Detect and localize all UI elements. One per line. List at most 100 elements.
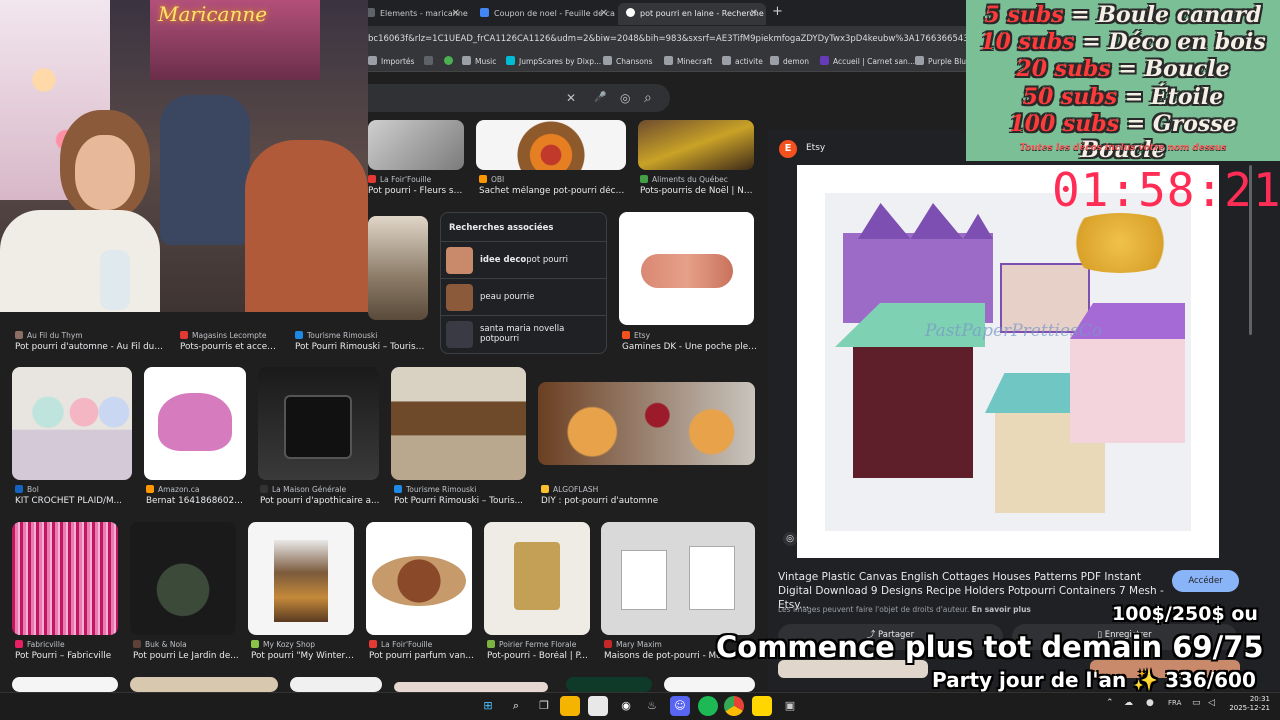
search-icon[interactable]: ⌕ [644, 90, 652, 106]
lens-icon[interactable]: ◎ [783, 532, 797, 546]
related-item[interactable]: peau pourrie [441, 278, 606, 315]
close-icon[interactable]: ✕ [452, 3, 460, 25]
result-image[interactable] [664, 677, 755, 692]
url-field[interactable]: bc16063f&rlz=1C1UEAD_frCA1126CA1126&udm=… [368, 30, 968, 48]
close-icon[interactable]: ✕ [600, 3, 608, 25]
result-caption[interactable]: Pots-pourris et acces... [180, 342, 280, 352]
result-image[interactable] [394, 682, 548, 692]
access-button[interactable]: Accéder [1172, 570, 1239, 592]
bookmark-minecraft[interactable]: Minecraft [664, 55, 712, 69]
new-tab-button[interactable]: + [772, 4, 783, 19]
result-image[interactable] [368, 120, 464, 170]
result-image[interactable] [484, 522, 590, 635]
source-label: Buk & Nola [145, 640, 187, 649]
result-source: Tourisme Rimouski [295, 331, 430, 340]
task-view-icon[interactable]: ❐ [534, 696, 554, 716]
steam-icon[interactable]: ♨ [642, 696, 662, 716]
result-image[interactable] [12, 367, 132, 480]
result-image[interactable] [368, 216, 428, 320]
bookmark-demon[interactable]: demon [770, 55, 809, 69]
volume-icon[interactable]: ◁ [1208, 698, 1215, 708]
lens-icon[interactable]: ◎ [620, 90, 630, 106]
result-caption[interactable]: Gamines DK - Une poche plei... [622, 342, 757, 352]
result-image[interactable] [258, 367, 379, 480]
bookmark-importes[interactable]: Importés [368, 55, 414, 69]
result-image[interactable] [290, 677, 382, 692]
result-image[interactable] [144, 367, 246, 480]
bookmark-icon-only[interactable] [444, 55, 457, 69]
result-image[interactable] [366, 522, 472, 635]
display-icon[interactable]: ▭ [1192, 698, 1201, 708]
result-image[interactable] [601, 522, 755, 635]
result-source: Bol [15, 485, 135, 494]
result-caption[interactable]: Pot Pourri – Fabricville [15, 651, 121, 661]
bookmark-purple-blue[interactable]: Purple Blue [915, 55, 971, 69]
source-favicon [541, 485, 549, 493]
search-icon[interactable]: ⌕ [506, 696, 526, 716]
result-caption[interactable]: Pots-pourris de Noël | No... [640, 186, 756, 196]
tray-chevron-icon[interactable]: ⌃ [1106, 698, 1114, 708]
sub-count: 10 subs [980, 29, 1075, 55]
result-image[interactable] [538, 382, 755, 465]
sticky-notes-icon[interactable] [752, 696, 772, 716]
windows-start-icon[interactable]: ⊞ [478, 696, 498, 716]
result-image[interactable] [391, 367, 526, 480]
bookmark-carnet[interactable]: Accueil | Carnet san... [820, 55, 915, 69]
result-image[interactable] [248, 522, 354, 635]
discord-icon[interactable]: ☺ [670, 696, 690, 716]
result-caption[interactable]: Pot pourri parfum vanil... [369, 651, 475, 661]
folder-icon [664, 56, 673, 65]
language-indicator[interactable]: FRA [1168, 699, 1181, 707]
result-caption[interactable]: DIY : pot-pourri d'automne [541, 496, 741, 506]
related-item[interactable]: santa maria novella potpourri [441, 315, 606, 352]
bookmark-music[interactable]: Music [462, 55, 496, 69]
result-caption[interactable]: Sachet mélange pot-pourri déco ... [479, 186, 629, 196]
preview-image[interactable]: PastPaperPrettiesCo [797, 165, 1219, 558]
bookmark-icon-only[interactable] [424, 55, 437, 69]
cloud-icon[interactable]: ☁ [1124, 698, 1133, 708]
result-caption[interactable]: Pot pourri Le Jardin de... [133, 651, 239, 661]
clock[interactable]: 20:31 2025-12-21 [1226, 695, 1270, 713]
bookmark-activite[interactable]: activite [722, 55, 763, 69]
related-title: Recherches associées [449, 223, 554, 233]
bookmark-jumpscares[interactable]: JumpScares by Dixp... [506, 55, 601, 69]
spotify-icon[interactable] [698, 696, 718, 716]
result-caption[interactable]: Pot pourri d'apothicaire a... [260, 496, 385, 506]
result-image[interactable] [638, 120, 754, 170]
file-explorer-icon[interactable] [560, 696, 580, 716]
main-goal: Commence plus tot demain 69/75 [716, 630, 1264, 664]
result-image[interactable] [130, 677, 278, 692]
source-label: Au Fil du Thym [27, 331, 83, 340]
chrome-icon[interactable] [724, 696, 744, 716]
bookmark-chansons[interactable]: Chansons [603, 55, 653, 69]
bookmark-label: JumpScares by Dixp... [519, 57, 602, 66]
tab-coupon[interactable]: Coupon de noel - Feuille de ca ✕ [472, 3, 616, 25]
result-caption[interactable]: Pot pourri - Fleurs séché... [368, 186, 464, 196]
related-item[interactable]: idee deco pot pourri [441, 241, 606, 278]
result-image[interactable] [130, 522, 236, 635]
result-caption[interactable]: Pot Pourri Rimouski – Tourism... [295, 342, 430, 352]
result-caption[interactable]: Pot pourri "My Winter" ... [251, 651, 357, 661]
result-image[interactable] [619, 212, 754, 325]
result-caption[interactable]: Pot-pourri - Boréal | P... [487, 651, 593, 661]
result-caption[interactable]: KIT CROCHET PLAID/M... [15, 496, 135, 506]
result-caption[interactable]: Pot pourri d'automne - Au Fil du T... [15, 342, 165, 352]
notepad-icon[interactable] [588, 696, 608, 716]
result-image[interactable] [476, 120, 626, 170]
tab-search[interactable]: pot pourri en laine - Recherche ✕ [618, 3, 766, 25]
sub-goals-overlay: 5 subs = Boule canard 10 subs = Déco en … [966, 0, 1280, 163]
microphone-icon[interactable]: ● [1146, 698, 1154, 708]
result-image[interactable] [566, 677, 652, 692]
clear-icon[interactable]: ✕ [566, 90, 576, 106]
tab-elements[interactable]: Elements - maricanne ✕ [358, 3, 468, 25]
preview-site-name[interactable]: Etsy [806, 143, 825, 153]
app-icon[interactable]: ▣ [780, 696, 800, 716]
result-image[interactable] [12, 677, 118, 692]
obs-icon[interactable]: ◉ [616, 696, 636, 716]
result-image[interactable] [12, 522, 118, 635]
microphone-icon[interactable]: 🎤 [594, 90, 606, 106]
result-caption[interactable]: Pot Pourri Rimouski – Touris... [394, 496, 529, 506]
learn-more-link[interactable]: En savoir plus [972, 605, 1031, 614]
close-icon[interactable]: ✕ [750, 3, 758, 25]
result-caption[interactable]: Bernat 16418686029 ... [146, 496, 248, 506]
